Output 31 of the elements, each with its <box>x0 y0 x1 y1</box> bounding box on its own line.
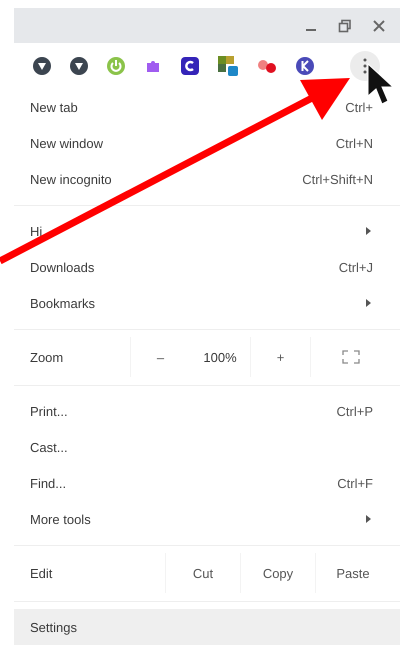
shield-icon[interactable] <box>32 56 52 76</box>
menu-item[interactable]: Downloads Ctrl+J <box>14 249 400 285</box>
submenu-arrow-icon <box>366 227 371 235</box>
fullscreen-icon <box>342 350 360 364</box>
shield-icon[interactable] <box>69 56 89 76</box>
zoom-value: 100% <box>202 350 238 364</box>
k-logo-icon[interactable] <box>295 56 315 76</box>
submenu-arrow-icon <box>366 299 371 307</box>
menu-item[interactable]: Settings <box>14 609 400 645</box>
menu-item[interactable]: New window Ctrl+N <box>14 125 400 161</box>
more-vertical-icon <box>363 58 367 74</box>
menu-item[interactable]: Print... Ctrl+P <box>14 393 400 429</box>
zoom-label: Zoom <box>30 350 64 364</box>
menu-item[interactable]: New tab Ctrl+ <box>14 89 400 125</box>
menu-item[interactable]: New incognito Ctrl+Shift+N <box>14 161 400 197</box>
edit-label: Edit <box>30 566 54 580</box>
cut-button[interactable]: Cut <box>165 553 240 593</box>
menu-item[interactable]: Hi <box>14 213 400 249</box>
copy-button[interactable]: Copy <box>240 553 315 593</box>
zoom-in-button[interactable]: + <box>250 337 310 377</box>
tiles-icon[interactable] <box>217 55 239 77</box>
menu-item[interactable]: More tools <box>14 501 400 537</box>
restore-icon[interactable] <box>338 18 352 32</box>
submenu-arrow-icon <box>366 515 371 523</box>
close-icon[interactable] <box>372 18 386 32</box>
menu-item[interactable]: Bookmarks <box>14 285 400 321</box>
paste-button[interactable]: Paste <box>315 553 390 593</box>
c-logo-icon[interactable] <box>180 56 200 76</box>
menu-item[interactable]: Cast... <box>14 429 400 465</box>
menu-item[interactable]: Find... Ctrl+F <box>14 465 400 501</box>
zoom-out-button[interactable]: – <box>130 337 190 377</box>
